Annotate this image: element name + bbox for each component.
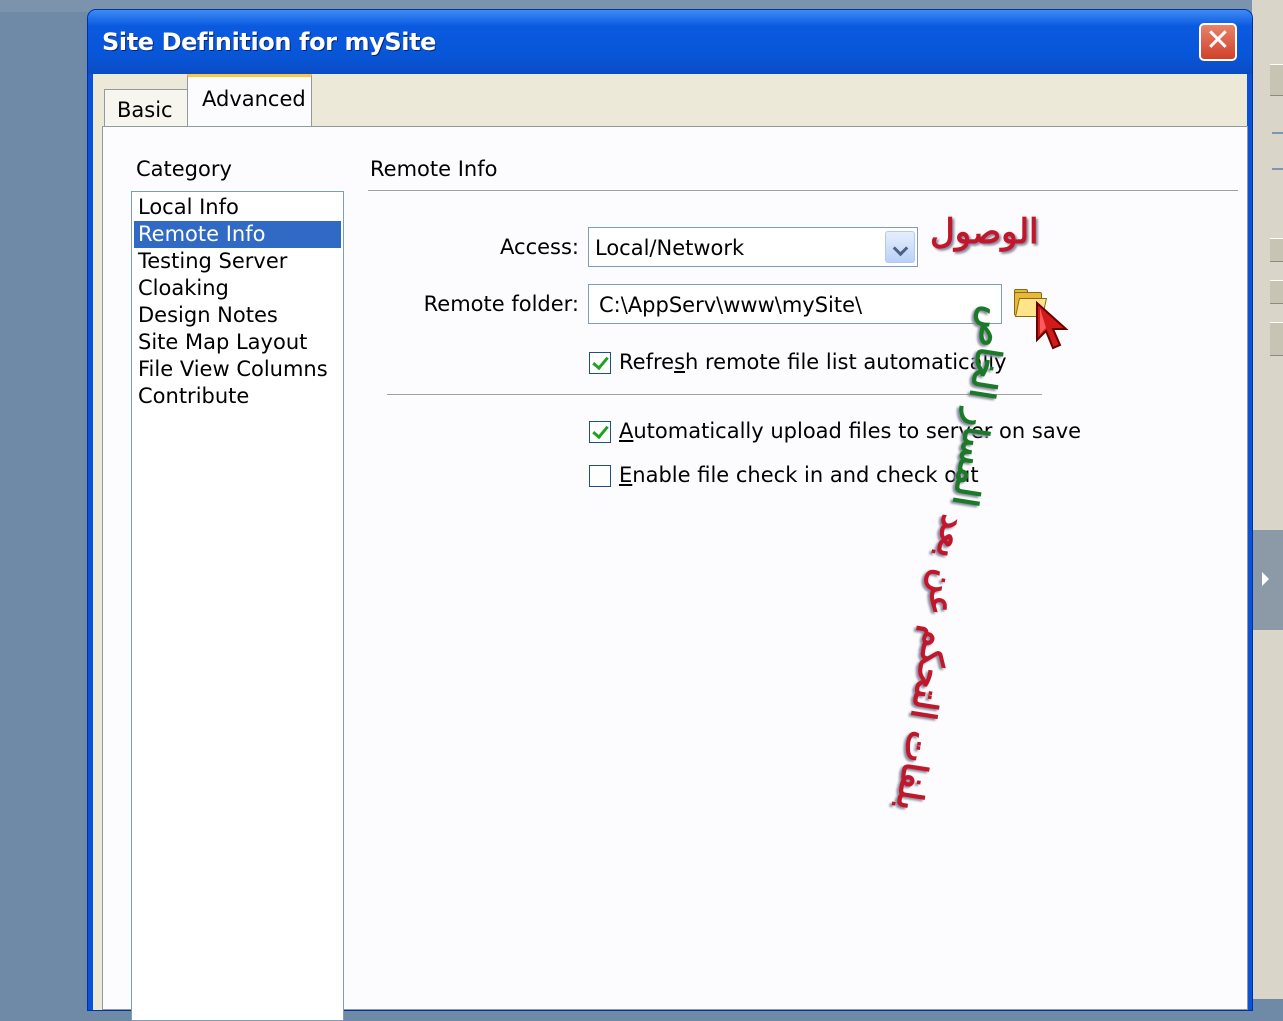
advanced-tab-panel: Category Local Info Remote Info Testing … [102, 126, 1248, 1021]
category-item-design-notes[interactable]: Design Notes [134, 302, 341, 329]
chevron-down-icon[interactable] [885, 231, 915, 263]
annotation-access: الوصول [930, 212, 1039, 252]
section-title: Remote Info [370, 157, 498, 181]
check-icon [592, 421, 609, 440]
category-list[interactable]: Local Info Remote Info Testing Server Cl… [131, 191, 344, 1021]
auto-upload-checkbox[interactable] [589, 421, 611, 443]
category-item-file-view-columns[interactable]: File View Columns [134, 356, 341, 383]
category-item-site-map-layout[interactable]: Site Map Layout [134, 329, 341, 356]
auto-upload-checkbox-label[interactable]: Automatically upload files to server on … [619, 419, 1081, 443]
enable-checkin-checkbox-label[interactable]: Enable file check in and check out [619, 463, 979, 487]
access-select[interactable]: Local/Network [588, 227, 918, 267]
dialog-client-area: Basic Advanced Category Local Info Remot… [93, 74, 1248, 1021]
refresh-checkbox-label[interactable]: Refresh remote file list automatically [619, 350, 1007, 374]
refresh-checkbox[interactable] [589, 352, 611, 374]
tab-advanced[interactable]: Advanced [187, 74, 312, 128]
remote-folder-input[interactable]: C:\AppServ\www\mySite\ [588, 284, 1002, 324]
category-item-testing-server[interactable]: Testing Server [134, 248, 341, 275]
options-divider [387, 394, 1042, 396]
category-label: Category [136, 157, 232, 181]
site-definition-dialog: Site Definition for mySite ✕ Basic Advan… [88, 10, 1252, 1021]
dialog-title: Site Definition for mySite [102, 28, 437, 56]
close-button[interactable]: ✕ [1199, 23, 1237, 61]
mouse-pointer-icon [1036, 300, 1069, 350]
remote-folder-value: C:\AppServ\www\mySite\ [599, 293, 863, 317]
category-item-cloaking[interactable]: Cloaking [134, 275, 341, 302]
enable-checkin-checkbox[interactable] [589, 465, 611, 487]
tab-bar: Basic Advanced [93, 74, 1247, 128]
check-icon [592, 352, 609, 371]
section-divider [368, 190, 1238, 192]
background-window-edge [1252, 0, 1283, 999]
remote-folder-label: Remote folder: [423, 292, 579, 316]
access-label: Access: [500, 235, 579, 259]
category-item-local-info[interactable]: Local Info [134, 194, 341, 221]
category-item-remote-info[interactable]: Remote Info [134, 221, 341, 248]
title-bar[interactable]: Site Definition for mySite ✕ [88, 10, 1252, 74]
expand-arrow-icon[interactable] [1253, 530, 1283, 630]
access-value: Local/Network [595, 236, 745, 260]
category-item-contribute[interactable]: Contribute [134, 383, 341, 410]
tab-basic[interactable]: Basic [104, 89, 188, 127]
